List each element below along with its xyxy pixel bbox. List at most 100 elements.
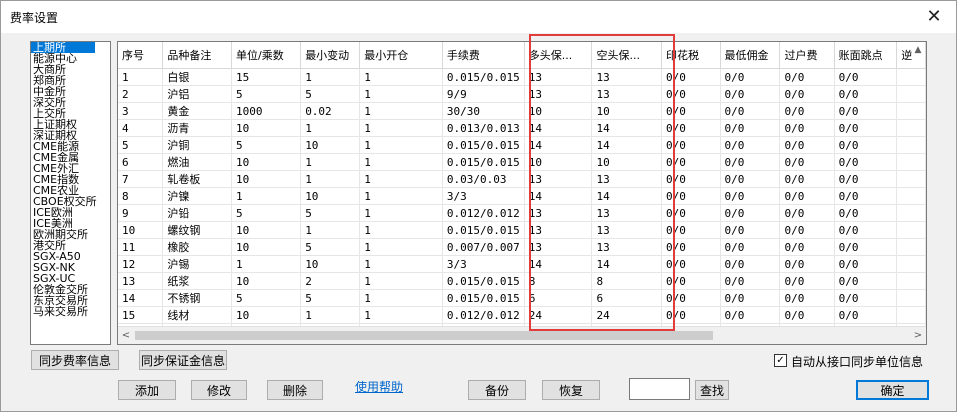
exchange-item[interactable]: CME指数 (31, 174, 110, 185)
table-row[interactable]: 13 纸浆 10 2 1 0.015/0.015 8 8 0/0 0/0 0/0 0/0 (118, 272, 926, 290)
column-header[interactable]: 空头保... (591, 42, 662, 69)
exchange-item[interactable]: ICE美洲 (31, 218, 110, 229)
sync-margin-button[interactable]: 同步保证金信息 (139, 350, 227, 370)
column-header[interactable]: 账面跳点 (834, 42, 898, 69)
exchange-item[interactable]: 深交所 (31, 97, 110, 108)
table-cell: 0/0 (720, 204, 781, 222)
exchange-item[interactable]: 中金所 (31, 86, 110, 97)
auto-sync-label: 自动从接口同步单位信息 (791, 355, 924, 369)
checkbox-check-icon[interactable]: ✓ (774, 354, 787, 367)
table-cell: 0/0 (834, 119, 898, 137)
table-cell: 0/0 (720, 68, 781, 86)
horizontal-scrollbar[interactable]: < > (118, 326, 926, 344)
table-cell: 0/0 (779, 153, 835, 171)
scroll-up-icon[interactable]: ▲ (911, 43, 925, 57)
exchange-item[interactable]: 大商所 (31, 64, 110, 75)
column-header[interactable]: 印花税 (661, 42, 721, 69)
table-cell: 1 (359, 68, 443, 86)
restore-button[interactable]: 恢复 (542, 380, 600, 400)
table-cell: 13 (591, 68, 662, 86)
table-row[interactable]: 4 沥青 10 1 1 0.013/0.013 14 14 0/0 0/0 0/0 0/0 (118, 119, 926, 137)
modify-button[interactable]: 修改 (191, 380, 247, 400)
exchange-item[interactable]: 能源中心 (31, 53, 110, 64)
add-button[interactable]: 添加 (118, 380, 176, 400)
table-cell: 螺纹钢 (162, 221, 233, 239)
column-header[interactable]: 单位/乘数 (231, 42, 302, 69)
table-cell: 9 (118, 204, 164, 222)
table-row[interactable]: 14 不锈钢 5 5 1 0.015/0.015 6 6 0/0 0/0 0/0 0/0 (118, 289, 926, 307)
help-link[interactable]: 使用帮助 (355, 378, 403, 395)
sync-fee-button[interactable]: 同步费率信息 (31, 350, 119, 370)
scroll-left-icon[interactable]: < (119, 328, 133, 343)
close-icon[interactable]: ✕ (922, 5, 946, 29)
table-cell: 0/0 (661, 153, 721, 171)
table-row[interactable]: 6 燃油 10 1 1 0.015/0.015 10 10 0/0 0/0 0/0 0/0 (118, 153, 926, 171)
window-title: 费率设置 (10, 11, 59, 25)
exchange-item[interactable]: CME外汇 (31, 163, 110, 174)
exchange-item[interactable]: CME农业 (31, 185, 110, 196)
table-cell: 8 (591, 272, 662, 290)
search-button[interactable]: 查找 (695, 380, 729, 400)
exchange-item[interactable]: CBOE权交所 (31, 196, 110, 207)
table-row[interactable]: 7 轧卷板 10 1 1 0.03/0.03 13 13 0/0 0/0 0/0 0/0 (118, 170, 926, 188)
exchange-item[interactable]: 上交所 (31, 108, 110, 119)
table-row[interactable]: 1 白银 15 1 1 0.015/0.015 13 13 0/0 0/0 0/0 0/0 (118, 68, 926, 86)
scrollbar-thumb[interactable] (135, 331, 713, 340)
table-cell: 0.015/0.015 (442, 289, 525, 307)
table-cell: 13 (591, 221, 662, 239)
exchange-item[interactable]: 马来交易所 (31, 306, 110, 317)
table-row[interactable]: 11 橡胶 10 5 1 0.007/0.007 13 13 0/0 0/0 0/0 0/0 (118, 238, 926, 256)
table-row[interactable]: 2 沪铝 5 5 1 9/9 13 13 0/0 0/0 0/0 0/0 (118, 85, 926, 103)
table-cell: 3/3 (442, 255, 525, 273)
column-header[interactable]: 最低佣金 (720, 42, 781, 69)
exchange-item[interactable]: CME金属 (31, 152, 110, 163)
table-row[interactable]: 9 沪铅 5 5 1 0.012/0.012 13 13 0/0 0/0 0/0 0/0 (118, 204, 926, 222)
column-header[interactable]: 过户费 (779, 42, 835, 69)
table-cell: 0/0 (720, 187, 781, 205)
delete-button[interactable]: 删除 (267, 380, 323, 400)
column-header[interactable]: 手续费 (442, 42, 525, 69)
table-cell: 10 (300, 255, 361, 273)
exchange-item[interactable]: CME能源 (31, 141, 110, 152)
table-cell: 0/0 (720, 119, 781, 137)
exchange-item[interactable]: 郑商所 (31, 75, 110, 86)
auto-sync-checkbox[interactable]: ✓ 自动从接口同步单位信息 (774, 353, 934, 369)
exchange-item[interactable]: 东京交易所 (31, 295, 110, 306)
exchange-item[interactable]: SGX-NK (31, 262, 110, 273)
column-header[interactable]: 最小开仓 (359, 42, 443, 69)
table-row[interactable]: 3 黄金 1000 0.02 1 30/30 10 10 0/0 0/0 0/0 0/0 (118, 102, 926, 120)
column-header[interactable]: 序号 (118, 42, 164, 69)
table-row[interactable]: 10 螺纹钢 10 1 1 0.015/0.015 13 13 0/0 0/0 0/0 0/0 (118, 221, 926, 239)
scroll-right-icon[interactable]: > (911, 328, 925, 343)
table-row[interactable]: 15 线材 10 1 1 0.012/0.012 24 24 0/0 0/0 0/0 0/0 (118, 306, 926, 324)
table-cell: 1 (300, 306, 361, 324)
exchange-item[interactable]: ICE欧洲 (31, 207, 110, 218)
exchange-item[interactable]: SGX-A50 (31, 251, 110, 262)
table-cell: 13 (524, 85, 593, 103)
table-cell: 0/0 (661, 306, 721, 324)
exchange-item[interactable]: 上证期权 (31, 119, 110, 130)
table-row[interactable]: 8 沪镍 1 10 1 3/3 14 14 0/0 0/0 0/0 0/0 (118, 187, 926, 205)
exchange-item[interactable]: 上期所 (31, 42, 95, 53)
table-cell: 1 (359, 136, 443, 154)
exchange-item[interactable]: 深证期权 (31, 130, 110, 141)
table-cell: 6 (118, 153, 164, 171)
exchange-list[interactable]: 上期所 能源中心 大商所 郑商所 中金所 深交所 上交所 上证期权 深证期权 CME能源 CME金属… (30, 41, 111, 345)
column-header[interactable]: 最小变动 (300, 42, 361, 69)
ok-button[interactable]: 确定 (856, 380, 929, 400)
table-cell-empty (896, 221, 926, 239)
table-row[interactable]: 12 沪锡 1 10 1 3/3 14 14 0/0 0/0 0/0 0/0 (118, 255, 926, 273)
table-cell-empty (896, 136, 926, 154)
table-row[interactable]: 5 沪铜 5 10 1 0.015/0.015 14 14 0/0 0/0 0/0 0/0 (118, 136, 926, 154)
exchange-item[interactable]: 伦敦金交所 (31, 284, 110, 295)
exchange-item[interactable]: 港交所 (31, 240, 110, 251)
table-cell: 1 (359, 187, 443, 205)
exchange-item[interactable]: 欧洲期交所 (31, 229, 110, 240)
column-header[interactable]: 品种备注 (162, 42, 233, 69)
exchange-item[interactable]: SGX-UC (31, 273, 110, 284)
column-header[interactable]: 多头保... (524, 42, 593, 69)
table-cell: 不锈钢 (162, 289, 233, 307)
backup-button[interactable]: 备份 (468, 380, 526, 400)
table-cell: 0/0 (720, 221, 781, 239)
search-input[interactable] (629, 378, 690, 400)
